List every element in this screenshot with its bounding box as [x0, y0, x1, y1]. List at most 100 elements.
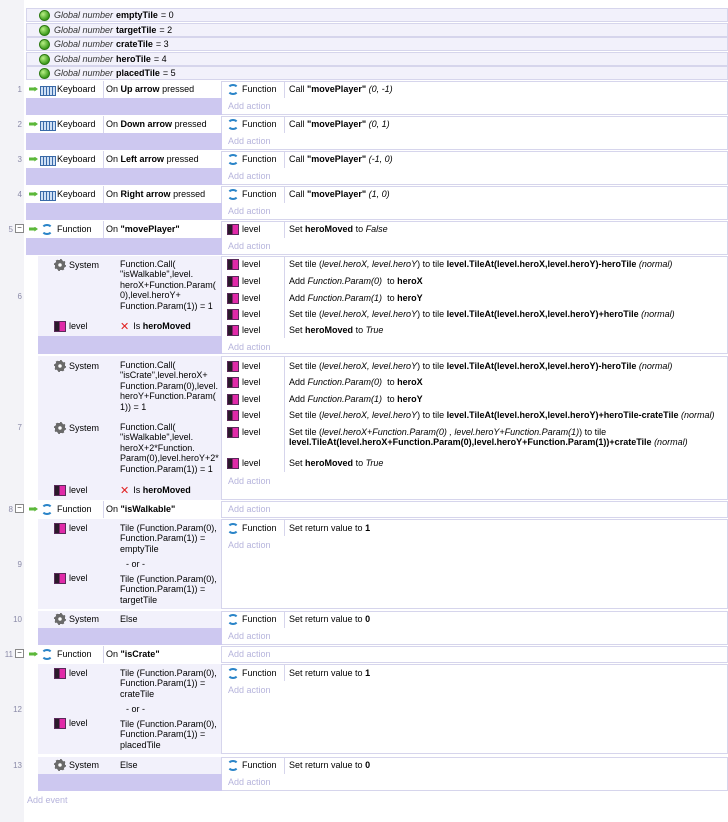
action-object[interactable]: level — [227, 408, 261, 422]
add-action-link[interactable]: Add action — [228, 101, 271, 111]
add-action-link[interactable]: Add action — [228, 649, 271, 659]
action-object[interactable]: Function — [227, 758, 277, 772]
add-action-link[interactable]: Add action — [228, 540, 271, 550]
action-text[interactable]: Set return value to 0 — [289, 758, 370, 772]
condition-text[interactable]: Tile (Function.Param(0), Function.Param(… — [120, 668, 220, 699]
add-action-link[interactable]: Add action — [228, 631, 271, 641]
condition-text[interactable]: Tile (Function.Param(0), Function.Param(… — [120, 523, 220, 554]
action-object[interactable]: level — [227, 291, 261, 305]
add-action-link[interactable]: Add action — [228, 685, 271, 695]
action-text[interactable]: Call "movePlayer" (0, 1) — [289, 117, 390, 131]
condition-row[interactable]: System — [54, 359, 99, 373]
add-action-link[interactable]: Add action — [228, 241, 271, 251]
collapse-toggle[interactable]: − — [15, 224, 24, 233]
condition-row[interactable]: level — [54, 666, 88, 680]
condition-row[interactable]: Function — [29, 222, 92, 236]
action-object[interactable]: Function — [227, 117, 277, 131]
condition-row[interactable]: level — [54, 716, 88, 730]
condition-text[interactable]: ✕ Is heroMoved — [120, 319, 191, 333]
object-name: Function — [57, 504, 92, 514]
action-text[interactable]: Call "movePlayer" (0, -1) — [289, 82, 393, 96]
action-text[interactable]: Add Function.Param(0) to heroX — [289, 274, 423, 288]
condition-row[interactable]: System — [54, 258, 99, 272]
condition-row[interactable]: Function — [29, 647, 92, 661]
action-text[interactable]: Call "movePlayer" (-1, 0) — [289, 152, 393, 166]
add-action-link[interactable]: Add action — [228, 777, 271, 787]
action-text[interactable]: Set tile (level.heroX, level.heroY) to t… — [289, 359, 672, 373]
condition-row[interactable]: level — [54, 571, 88, 585]
condition-text[interactable]: Function.Call( "isWalkable",level. heroX… — [120, 259, 220, 311]
action-object[interactable]: level — [227, 359, 261, 373]
condition-text[interactable]: Tile (Function.Param(0), Function.Param(… — [120, 574, 220, 605]
condition-row[interactable]: Keyboard — [29, 187, 96, 201]
condition-text[interactable]: On "isCrate" — [106, 647, 160, 661]
action-text[interactable]: Set heroMoved to True — [289, 323, 383, 337]
global-variable-row[interactable]: Global number targetTile = 2 — [26, 23, 728, 37]
action-object[interactable]: level — [227, 307, 261, 321]
action-text[interactable]: Call "movePlayer" (1, 0) — [289, 187, 390, 201]
condition-row[interactable]: level — [54, 483, 88, 497]
global-variable-row[interactable]: Global number heroTile = 4 — [26, 52, 728, 66]
action-text[interactable]: Set tile (level.heroX+Function.Param(0) … — [289, 427, 721, 448]
add-action-link[interactable]: Add action — [228, 504, 271, 514]
condition-text[interactable]: On "isWalkable" — [106, 502, 175, 516]
action-text[interactable]: Set return value to 0 — [289, 612, 370, 626]
action-text[interactable]: Set tile (level.heroX, level.heroY) to t… — [289, 257, 672, 271]
action-object[interactable]: Function — [227, 612, 277, 626]
add-action-link[interactable]: Add action — [228, 476, 271, 486]
condition-row[interactable]: Keyboard — [29, 82, 96, 96]
action-object[interactable]: level — [227, 257, 261, 271]
condition-text[interactable]: On Down arrow pressed — [106, 117, 207, 131]
action-text[interactable]: Set tile (level.heroX, level.heroY) to t… — [289, 408, 715, 422]
action-object[interactable]: Function — [227, 521, 277, 535]
condition-row[interactable]: System — [54, 612, 99, 626]
add-event-link[interactable]: Add event — [27, 795, 68, 805]
action-text[interactable]: Set return value to 1 — [289, 521, 370, 535]
action-object[interactable]: Function — [227, 666, 277, 680]
action-text[interactable]: Set return value to 1 — [289, 666, 370, 680]
add-action-link[interactable]: Add action — [228, 136, 271, 146]
action-text[interactable]: Add Function.Param(0) to heroX — [289, 375, 423, 389]
global-variable-row[interactable]: Global number crateTile = 3 — [26, 37, 728, 51]
condition-text[interactable]: On "movePlayer" — [106, 222, 180, 236]
condition-row[interactable]: System — [54, 758, 99, 772]
condition-row[interactable]: level — [54, 521, 88, 535]
collapse-toggle[interactable]: − — [15, 504, 24, 513]
action-object[interactable]: Function — [227, 187, 277, 201]
condition-row[interactable]: Keyboard — [29, 152, 96, 166]
action-object[interactable]: level — [227, 274, 261, 288]
condition-text[interactable]: Else — [120, 758, 138, 772]
action-text[interactable]: Add Function.Param(1) to heroY — [289, 392, 423, 406]
add-action-link[interactable]: Add action — [228, 171, 271, 181]
action-object[interactable]: Function — [227, 152, 277, 166]
condition-text[interactable]: Function.Call( "isCrate",level.heroX+ Fu… — [120, 360, 220, 412]
object-name: level — [242, 259, 261, 269]
condition-text[interactable]: Tile (Function.Param(0), Function.Param(… — [120, 719, 220, 750]
condition-text[interactable]: ✕ Is heroMoved — [120, 483, 191, 497]
add-action-link[interactable]: Add action — [228, 206, 271, 216]
condition-text[interactable]: Else — [120, 612, 138, 626]
condition-row[interactable]: System — [54, 421, 99, 435]
action-object[interactable]: level — [227, 323, 261, 337]
condition-text[interactable]: On Right arrow pressed — [106, 187, 205, 201]
action-text[interactable]: Set tile (level.heroX, level.heroY) to t… — [289, 307, 675, 321]
action-object[interactable]: level — [227, 456, 261, 470]
global-variable-row[interactable]: Global number emptyTile = 0 — [26, 8, 728, 22]
action-text[interactable]: Set heroMoved to False — [289, 222, 388, 236]
action-text[interactable]: Add Function.Param(1) to heroY — [289, 291, 423, 305]
global-variable-row[interactable]: Global number placedTile = 5 — [26, 66, 728, 80]
condition-text[interactable]: Function.Call( "isWalkable",level. heroX… — [120, 422, 220, 474]
condition-row[interactable]: Keyboard — [29, 117, 96, 131]
collapse-toggle[interactable]: − — [15, 649, 24, 658]
action-text[interactable]: Set heroMoved to True — [289, 456, 383, 470]
condition-text[interactable]: On Up arrow pressed — [106, 82, 194, 96]
action-object[interactable]: Function — [227, 82, 277, 96]
action-object[interactable]: level — [227, 375, 261, 389]
action-object[interactable]: level — [227, 425, 261, 439]
condition-row[interactable]: Function — [29, 502, 92, 516]
action-object[interactable]: level — [227, 392, 261, 406]
action-object[interactable]: level — [227, 222, 261, 236]
add-action-link[interactable]: Add action — [228, 342, 271, 352]
condition-text[interactable]: On Left arrow pressed — [106, 152, 199, 166]
condition-row[interactable]: level — [54, 319, 88, 333]
